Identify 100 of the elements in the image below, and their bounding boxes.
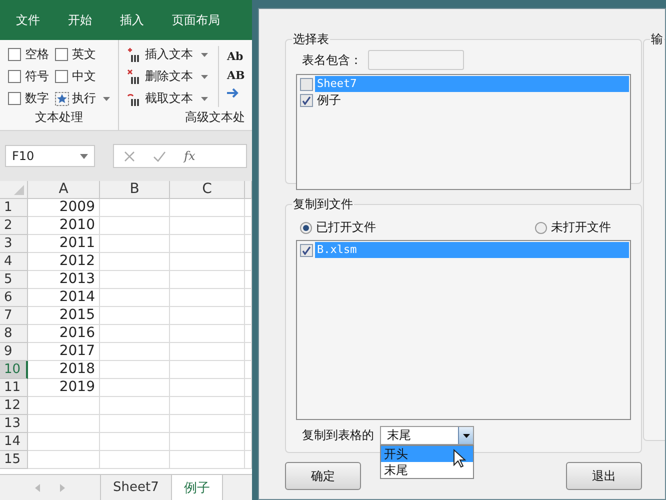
row-header[interactable]: 6 — [0, 289, 28, 307]
row-header[interactable]: 12 — [0, 397, 28, 415]
table-cell[interactable]: 2019 — [28, 379, 100, 397]
row-header[interactable]: 14 — [0, 433, 28, 451]
text-tool-button[interactable]: 删除文本 — [127, 68, 208, 85]
table-cell[interactable] — [100, 343, 170, 361]
cancel-icon[interactable] — [124, 150, 135, 162]
run-button[interactable]: 执行 — [55, 90, 110, 107]
table-cell[interactable] — [100, 271, 170, 289]
table-cell[interactable] — [28, 397, 100, 415]
check-icon[interactable] — [153, 150, 166, 162]
dropdown-option[interactable]: 末尾 — [381, 462, 473, 478]
row-header[interactable]: 1 — [0, 199, 28, 217]
checkbox[interactable] — [8, 92, 21, 105]
table-cell[interactable]: 2013 — [28, 271, 100, 289]
select-all-icon[interactable] — [14, 185, 24, 195]
text-style-icon[interactable]: Ab — [227, 50, 245, 63]
checkbox[interactable] — [8, 70, 21, 83]
table-cell[interactable]: 2017 — [28, 343, 100, 361]
table-cell[interactable] — [28, 415, 100, 433]
row-header[interactable]: 10 — [0, 361, 28, 379]
arrow-icon[interactable] — [227, 88, 239, 98]
column-header[interactable]: A — [28, 181, 100, 199]
menu-tab[interactable]: 页面布局 — [172, 12, 220, 28]
table-cell[interactable] — [100, 307, 170, 325]
checkbox[interactable] — [8, 48, 21, 61]
scroll-right-icon[interactable] — [60, 484, 65, 492]
checkbox[interactable] — [300, 94, 313, 106]
table-cell[interactable] — [100, 361, 170, 379]
text-style-icon[interactable]: AB — [227, 69, 245, 82]
table-cell[interactable] — [170, 415, 245, 433]
row-header[interactable]: 3 — [0, 235, 28, 253]
table-cell[interactable] — [170, 397, 245, 415]
column-header[interactable] — [245, 181, 252, 199]
table-cell[interactable] — [170, 199, 245, 217]
table-cell[interactable] — [100, 199, 170, 217]
menu-tab[interactable]: 开始 — [68, 12, 92, 28]
input-field[interactable] — [368, 50, 464, 70]
insert-function-button[interactable]: fx — [184, 149, 196, 163]
table-cell[interactable] — [100, 415, 170, 433]
checkbox[interactable] — [55, 48, 68, 61]
text-tool-button[interactable]: 截取文本 — [127, 90, 208, 107]
table-cell[interactable] — [170, 253, 245, 271]
column-header[interactable]: C — [170, 181, 245, 199]
caret-icon[interactable] — [201, 52, 208, 56]
row-header[interactable]: 4 — [0, 253, 28, 271]
table-cell[interactable] — [100, 451, 170, 469]
dialog-button[interactable]: 确定 — [285, 462, 361, 490]
table-cell[interactable]: 2014 — [28, 289, 100, 307]
row-header[interactable]: 11 — [0, 379, 28, 397]
table-cell[interactable] — [170, 379, 245, 397]
row-header[interactable]: 13 — [0, 415, 28, 433]
caret-icon[interactable] — [201, 96, 208, 100]
dialog-button[interactable]: 退出 — [566, 462, 642, 490]
dropdown-option[interactable]: 开头 — [381, 446, 473, 462]
caret-icon[interactable] — [103, 96, 110, 100]
table-cell[interactable]: 2010 — [28, 217, 100, 235]
table-cell[interactable]: 2018 — [28, 361, 100, 379]
table-cell[interactable] — [170, 271, 245, 289]
table-cell[interactable] — [100, 433, 170, 451]
table-cell[interactable]: 2015 — [28, 307, 100, 325]
name-box[interactable]: F10 — [5, 145, 95, 167]
table-cell[interactable] — [100, 397, 170, 415]
radio-button[interactable]: 未打开文件 — [535, 219, 611, 236]
table-cell[interactable] — [170, 433, 245, 451]
text-tool-button[interactable]: 插入文本 — [127, 46, 208, 63]
table-cell[interactable] — [170, 307, 245, 325]
table-cell[interactable] — [100, 253, 170, 271]
caret-icon[interactable] — [201, 74, 208, 78]
row-header[interactable]: 9 — [0, 343, 28, 361]
scroll-left-icon[interactable] — [35, 484, 40, 492]
sheet-tab[interactable]: 例子 — [172, 475, 223, 500]
table-cell[interactable] — [170, 451, 245, 469]
table-cell[interactable] — [100, 289, 170, 307]
table-cell[interactable] — [28, 433, 100, 451]
table-cell[interactable]: 2011 — [28, 235, 100, 253]
table-cell[interactable] — [28, 451, 100, 469]
table-cell[interactable] — [100, 235, 170, 253]
table-cell[interactable] — [170, 343, 245, 361]
checkbox[interactable] — [55, 70, 68, 83]
column-header[interactable]: B — [100, 181, 170, 199]
radio-icon[interactable] — [300, 222, 312, 234]
row-header[interactable]: 8 — [0, 325, 28, 343]
table-cell[interactable] — [100, 379, 170, 397]
menu-tab[interactable]: 插入 — [120, 12, 144, 28]
table-cell[interactable] — [170, 235, 245, 253]
row-header[interactable]: 7 — [0, 307, 28, 325]
table-cell[interactable] — [170, 325, 245, 343]
menu-tab[interactable]: 文件 — [16, 12, 40, 28]
table-cell[interactable] — [170, 361, 245, 379]
table-cell[interactable] — [100, 325, 170, 343]
checkbox[interactable] — [300, 244, 313, 256]
radio-button[interactable]: 已打开文件 — [300, 219, 376, 236]
dropdown-icon[interactable] — [462, 434, 470, 438]
table-cell[interactable]: 2012 — [28, 253, 100, 271]
table-cell[interactable]: 2009 — [28, 199, 100, 217]
table-cell[interactable]: 2016 — [28, 325, 100, 343]
table-cell[interactable] — [170, 289, 245, 307]
table-cell[interactable] — [100, 217, 170, 235]
list-item[interactable]: 例子 — [315, 92, 629, 108]
